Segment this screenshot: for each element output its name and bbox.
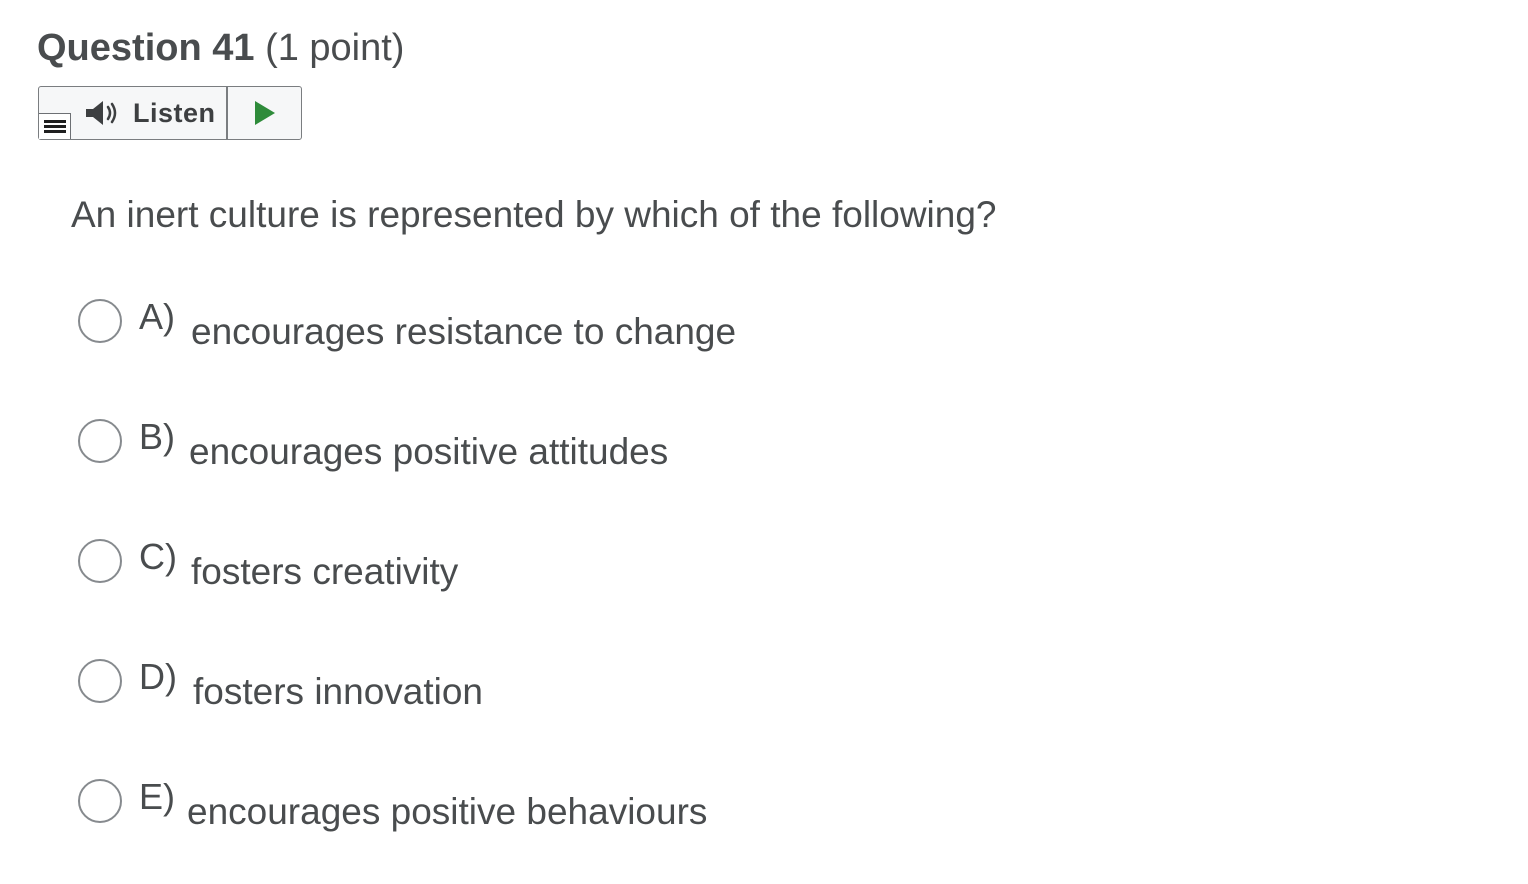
question-text: An inert culture is represented by which… — [71, 194, 997, 235]
option-text: encourages positive attitudes — [189, 431, 669, 472]
radio-b[interactable] — [78, 419, 122, 463]
option-letter: C) — [139, 536, 177, 577]
option-text: encourages resistance to change — [191, 311, 737, 352]
play-icon — [254, 101, 275, 125]
option-letter: D) — [139, 656, 177, 697]
listen-widget: Listen — [38, 86, 302, 140]
quiz-page: Question 41 (1 point) Listen An inert cu… — [0, 0, 1528, 884]
question-points: (1 point) — [265, 27, 405, 69]
question-header: Question 41 (1 point) — [37, 24, 404, 72]
radio-a[interactable] — [78, 299, 122, 343]
radio-c[interactable] — [78, 539, 122, 583]
play-button[interactable] — [228, 87, 301, 139]
speaker-icon — [86, 101, 117, 125]
listen-button[interactable]: Listen — [79, 87, 227, 139]
option-letter: B) — [139, 416, 175, 457]
radio-d[interactable] — [78, 659, 122, 703]
option-text: encourages positive behaviours — [187, 791, 708, 832]
option-letter: A) — [139, 296, 175, 337]
question-title: Question 41 — [37, 27, 255, 69]
listen-label: Listen — [133, 97, 216, 128]
option-letter: E) — [139, 776, 175, 817]
option-text: fosters creativity — [191, 551, 459, 592]
menu-lines-icon[interactable] — [39, 113, 71, 139]
option-text: fosters innovation — [193, 671, 484, 712]
radio-e[interactable] — [78, 779, 122, 823]
